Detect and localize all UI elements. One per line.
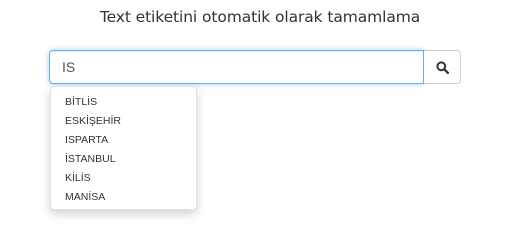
search-button[interactable] bbox=[424, 50, 461, 84]
search-icon bbox=[435, 60, 449, 74]
autocomplete-item[interactable]: İSTANBUL bbox=[51, 150, 196, 169]
autocomplete-item[interactable]: BİTLİS bbox=[51, 93, 196, 112]
autocomplete-menu: BİTLİS ESKİŞEHİR ISPARTA İSTANBUL KİLİS … bbox=[50, 86, 197, 210]
autocomplete-item[interactable]: MANİSA bbox=[51, 188, 196, 207]
autocomplete-item[interactable]: KİLİS bbox=[51, 169, 196, 188]
autocomplete-item[interactable]: ESKİŞEHİR bbox=[51, 112, 196, 131]
autocomplete-item[interactable]: ISPARTA bbox=[51, 131, 196, 150]
search-group bbox=[49, 50, 461, 84]
page-title: Text etiketini otomatik olarak tamamlama bbox=[99, 8, 421, 26]
search-input[interactable] bbox=[49, 50, 424, 84]
